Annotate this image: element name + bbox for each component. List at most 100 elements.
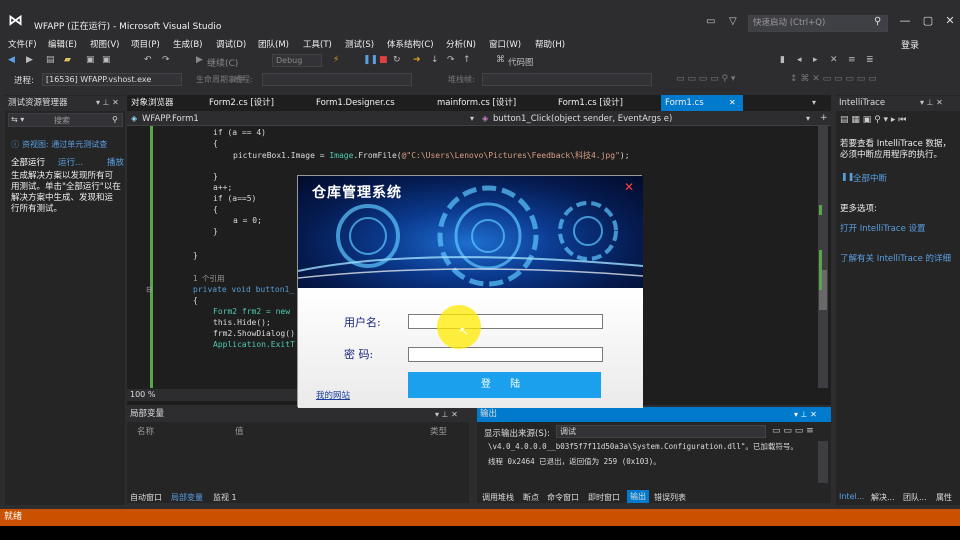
- bookmark-prev-icon[interactable]: ◂: [797, 55, 802, 65]
- code-map-icon[interactable]: ⌘: [496, 55, 505, 65]
- process-dropdown[interactable]: [16536] WFAPP.vshost.exe: [42, 73, 182, 86]
- code-line[interactable]: pictureBox1.Image = Image.FromFile(@"C:\…: [233, 150, 630, 161]
- forward-icon[interactable]: ▶: [26, 55, 33, 65]
- stop-icon[interactable]: ■: [379, 55, 388, 65]
- save-all-icon[interactable]: ▣: [102, 55, 111, 65]
- code-line[interactable]: a++;: [213, 183, 232, 192]
- home-link[interactable]: 我的网站: [316, 389, 350, 401]
- menu-edit[interactable]: 编辑(E): [48, 38, 77, 50]
- member-dropdown[interactable]: button1_Click(object sender, EventArgs e…: [493, 114, 672, 124]
- continue-button[interactable]: 继续(C): [207, 56, 238, 69]
- password-input[interactable]: [408, 347, 603, 362]
- login-button[interactable]: 登 陆: [408, 372, 601, 398]
- code-line[interactable]: Application.ExitT: [213, 340, 295, 349]
- playlist-link[interactable]: 播放: [107, 156, 124, 168]
- output-source-dropdown[interactable]: 调试: [556, 425, 766, 438]
- run-all-link[interactable]: 全部运行: [11, 156, 45, 168]
- open-folder-icon[interactable]: ▰: [64, 55, 71, 65]
- code-line[interactable]: a = 0;: [233, 216, 262, 225]
- zoom-level[interactable]: 100 %: [127, 389, 297, 401]
- step-into-icon[interactable]: ↓: [431, 55, 439, 65]
- login-link[interactable]: 登录: [901, 38, 919, 51]
- close-tab-icon[interactable]: ✕: [729, 98, 736, 107]
- menu-debug[interactable]: 调试(D): [216, 38, 246, 50]
- test-filter-icon[interactable]: ⇆ ▾: [11, 115, 24, 124]
- menu-architecture[interactable]: 体系结构(C): [387, 38, 434, 50]
- member-dropdown-arrow-icon[interactable]: ▾: [806, 114, 810, 123]
- menu-analyze[interactable]: 分析(N): [446, 38, 476, 50]
- output-toolbar-icons[interactable]: ▭ ▭ ▭ ≡: [772, 426, 814, 436]
- maximize-button[interactable]: ▢: [918, 14, 938, 30]
- menu-team[interactable]: 团队(M): [258, 38, 289, 50]
- show-next-statement-icon[interactable]: ➜: [413, 55, 421, 65]
- tab-properties[interactable]: 属性: [936, 492, 952, 503]
- tab-solution[interactable]: 解决...: [871, 492, 895, 503]
- close-button[interactable]: ✕: [940, 14, 960, 30]
- panel-pin-icon[interactable]: ▾ ⊥ ✕: [920, 98, 943, 107]
- tab-team[interactable]: 团队...: [903, 492, 927, 503]
- redo-icon[interactable]: ↷: [162, 55, 170, 65]
- bookmark-icon[interactable]: ▮: [780, 55, 785, 65]
- tab-locals[interactable]: 局部变量: [171, 492, 203, 503]
- menu-project[interactable]: 项目(P): [131, 38, 160, 50]
- break-all-link[interactable]: 全部中断: [853, 172, 887, 184]
- pin-icon[interactable]: ▾ ⊥ ✕: [96, 98, 119, 107]
- tab-autos[interactable]: 自动窗口: [130, 492, 162, 503]
- menu-help[interactable]: 帮助(H): [535, 38, 565, 50]
- code-line[interactable]: {: [213, 139, 218, 148]
- tab-error-list[interactable]: 错误列表: [654, 492, 686, 503]
- debug-tools-icons[interactable]: ▭ ▭ ▭ ▭ ⚲ ▾: [676, 74, 735, 84]
- feedback-icon[interactable]: ▭: [706, 16, 715, 27]
- code-line[interactable]: this.Hide();: [213, 318, 271, 327]
- code-line[interactable]: {: [213, 205, 218, 214]
- tab-immediate-window[interactable]: 即时窗口: [588, 492, 620, 503]
- split-icon[interactable]: +: [820, 113, 828, 123]
- restart-icon[interactable]: ↻: [393, 55, 401, 65]
- panel-pin-icon[interactable]: ▾ ⊥ ✕: [435, 410, 458, 419]
- tab-mainform-design[interactable]: mainform.cs [设计]: [433, 95, 553, 111]
- menu-build[interactable]: 生成(B): [173, 38, 202, 50]
- menu-test[interactable]: 测试(S): [345, 38, 374, 50]
- step-out-icon[interactable]: ↑: [463, 55, 471, 65]
- stackframe-dropdown[interactable]: [482, 73, 652, 86]
- class-dropdown-arrow-icon[interactable]: ▾: [470, 114, 474, 123]
- uncomment-icon[interactable]: ≣: [866, 55, 874, 65]
- info-link[interactable]: 资视图: 通过单元测试查: [22, 139, 107, 150]
- menu-file[interactable]: 文件(F): [8, 38, 37, 50]
- tab-form1-designer[interactable]: Form1.Designer.cs: [312, 95, 432, 111]
- back-icon[interactable]: ◀: [8, 55, 15, 65]
- tab-breakpoints[interactable]: 断点: [523, 492, 539, 503]
- tab-object-browser[interactable]: 对象浏览器: [127, 95, 205, 111]
- undo-icon[interactable]: ↶: [144, 55, 152, 65]
- config-dropdown[interactable]: Debug: [272, 54, 322, 67]
- step-over-icon[interactable]: ↷: [447, 55, 455, 65]
- hot-reload-icon[interactable]: ⚡: [333, 55, 339, 65]
- tab-intellitrace[interactable]: Intel...: [839, 492, 864, 501]
- thread-dropdown[interactable]: [262, 73, 412, 86]
- search-icon[interactable]: ⚲: [874, 16, 881, 27]
- quick-launch-input[interactable]: 快速启动 (Ctrl+Q): [748, 15, 888, 32]
- close-icon[interactable]: ✕: [624, 180, 634, 194]
- intellitrace-toolbar-icons[interactable]: ▤ ▦ ▣ ⚲ ▾ ▸ ⏮: [840, 115, 906, 125]
- panel-pin-icon[interactable]: ▾ ⊥ ✕: [794, 410, 817, 419]
- tab-call-stack[interactable]: 调用堆栈: [482, 492, 514, 503]
- learn-more-link[interactable]: 了解有关 IntelliTrace 的详细: [840, 252, 951, 264]
- run-link[interactable]: 运行...: [58, 156, 83, 168]
- code-line[interactable]: {: [193, 296, 198, 305]
- menu-tools[interactable]: 工具(T): [303, 38, 332, 50]
- comment-icon[interactable]: ≡: [848, 55, 856, 65]
- tab-form2-design[interactable]: Form2.cs [设计]: [205, 95, 310, 111]
- reference-count[interactable]: 1 个引用: [193, 273, 225, 284]
- continue-icon[interactable]: ▶: [196, 55, 203, 65]
- code-line[interactable]: private void button1_: [193, 285, 294, 294]
- pause-icon[interactable]: ❚❚: [363, 55, 378, 65]
- search-icon[interactable]: ⚲: [112, 115, 118, 124]
- tab-command-window[interactable]: 命令窗口: [547, 492, 579, 503]
- tab-dropdown-icon[interactable]: ▾: [812, 98, 816, 107]
- code-line[interactable]: if (a == 4): [213, 128, 266, 137]
- code-line[interactable]: }: [213, 227, 218, 236]
- code-line[interactable]: }: [213, 172, 218, 181]
- code-line[interactable]: frm2.ShowDialog(): [213, 329, 295, 338]
- tab-form1-design[interactable]: Form1.cs [设计]: [554, 95, 660, 111]
- output-scrollbar[interactable]: [818, 441, 828, 483]
